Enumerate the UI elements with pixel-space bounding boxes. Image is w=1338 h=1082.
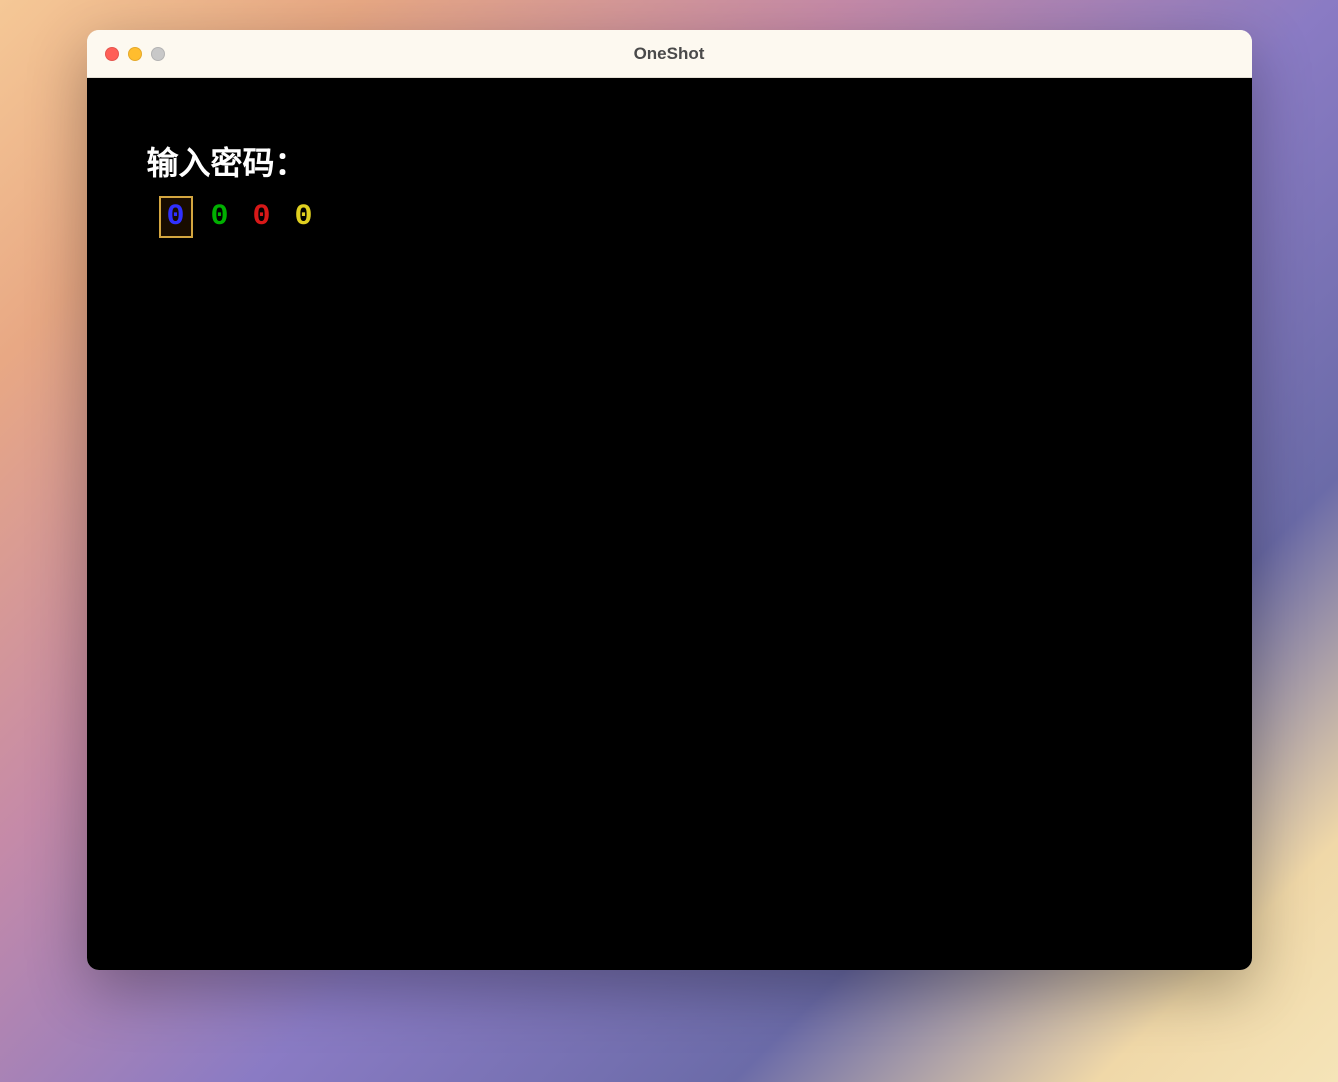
game-viewport[interactable]: 输入密码： 0 0 0 0 [87, 78, 1252, 970]
password-digit-3[interactable]: 0 [289, 198, 319, 236]
app-window: OneShot 输入密码： 0 0 0 0 [87, 30, 1252, 970]
minimize-button[interactable] [128, 47, 142, 61]
password-digit-1[interactable]: 0 [205, 198, 235, 236]
password-digit-2[interactable]: 0 [247, 198, 277, 236]
window-title: OneShot [87, 44, 1252, 64]
password-prompt: 输入密码： [147, 138, 1192, 184]
traffic-lights [87, 47, 165, 61]
titlebar: OneShot [87, 30, 1252, 78]
close-button[interactable] [105, 47, 119, 61]
password-digit-0[interactable]: 0 [159, 196, 193, 238]
maximize-button[interactable] [151, 47, 165, 61]
password-digits: 0 0 0 0 [147, 196, 1192, 238]
